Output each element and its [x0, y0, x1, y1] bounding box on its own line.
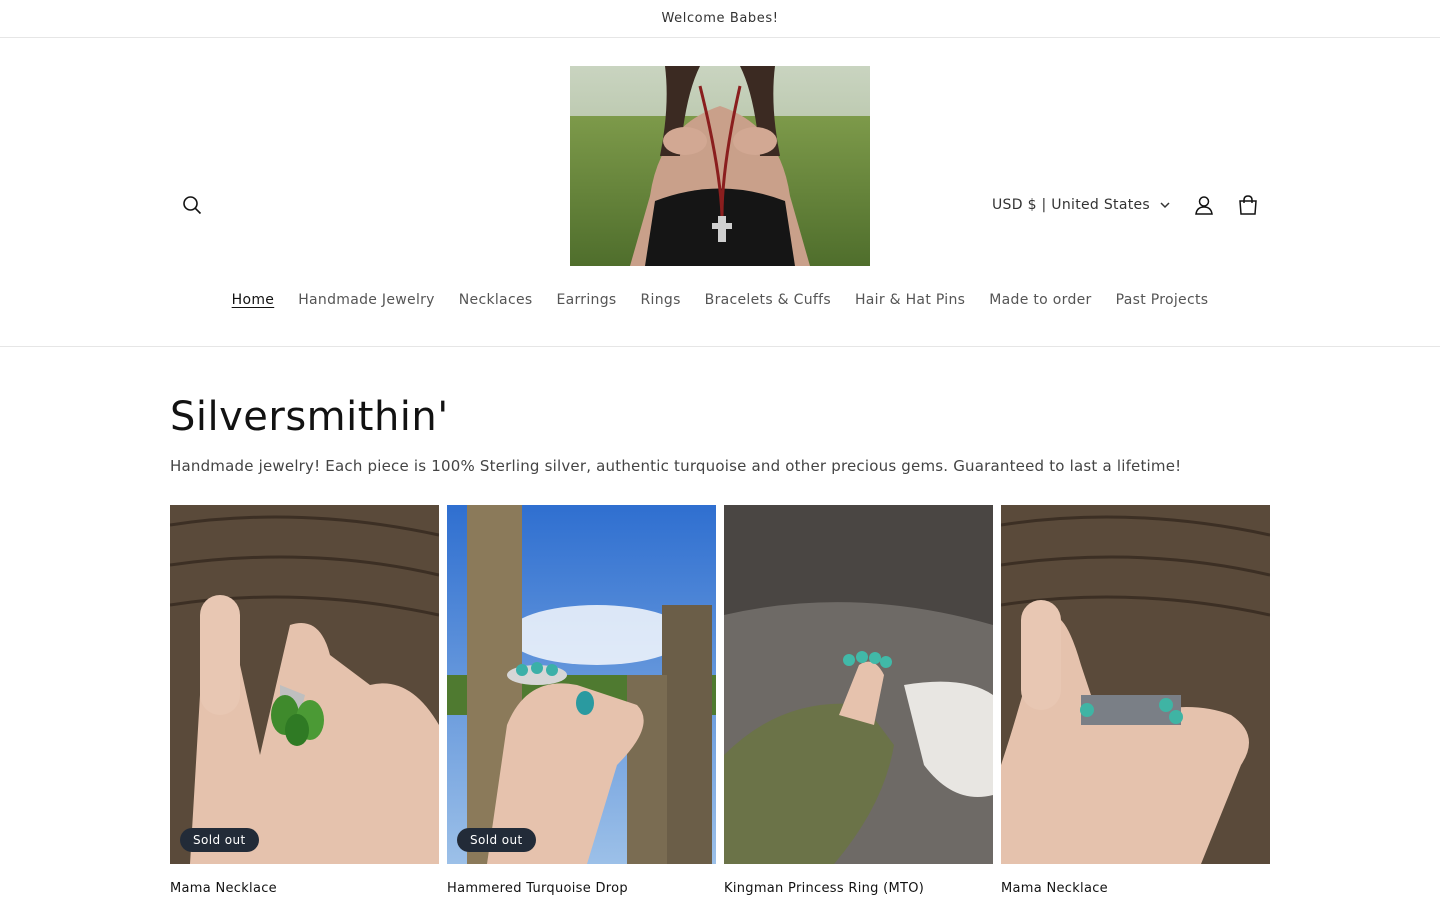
- announcement-bar: Welcome Babes!: [0, 0, 1440, 38]
- product-image[interactable]: Sold out: [170, 505, 439, 864]
- currency-label: USD $ | United States: [992, 197, 1150, 213]
- product-name[interactable]: Mama Necklace: [170, 881, 439, 896]
- account-icon: [1195, 196, 1213, 215]
- product-photo: [447, 505, 716, 864]
- search-button[interactable]: [170, 183, 214, 227]
- nav-item-home[interactable]: Home: [220, 284, 287, 316]
- sold-out-badge: Sold out: [180, 828, 259, 852]
- collection-description: Handmade jewelry! Each piece is 100% Ste…: [170, 457, 1182, 475]
- product-card[interactable]: Sold out Mama Necklace: [170, 505, 439, 896]
- nav-item-earrings[interactable]: Earrings: [544, 284, 628, 316]
- product-photo: [1001, 505, 1270, 864]
- cart-button[interactable]: [1226, 183, 1270, 227]
- product-photo: [724, 505, 993, 864]
- main-nav: Home Handmade Jewelry Necklaces Earrings…: [0, 284, 1440, 316]
- nav-item-hair-hat-pins[interactable]: Hair & Hat Pins: [843, 284, 977, 316]
- search-icon: [183, 196, 202, 215]
- account-button[interactable]: [1182, 183, 1226, 227]
- nav-item-handmade-jewelry[interactable]: Handmade Jewelry: [286, 284, 447, 316]
- site-header: USD $ | United States Home Handmade Jewe…: [0, 38, 1440, 347]
- product-card[interactable]: Kingman Princess Ring (MTO): [724, 505, 993, 896]
- cart-icon: [1239, 195, 1257, 215]
- sold-out-badge: Sold out: [457, 828, 536, 852]
- collection-title: Silversmithin': [170, 394, 449, 440]
- product-name[interactable]: Hammered Turquoise Drop: [447, 881, 716, 896]
- product-card[interactable]: Sold out Hammered Turquoise Drop: [447, 505, 716, 896]
- product-photo: [170, 505, 439, 864]
- nav-item-past-projects[interactable]: Past Projects: [1104, 284, 1221, 316]
- logo-image: [570, 66, 870, 266]
- currency-selector[interactable]: USD $ | United States: [980, 183, 1182, 227]
- nav-item-made-to-order[interactable]: Made to order: [977, 284, 1103, 316]
- product-image[interactable]: [724, 505, 993, 864]
- product-name[interactable]: Kingman Princess Ring (MTO): [724, 881, 993, 896]
- product-card[interactable]: Mama Necklace: [1001, 505, 1270, 896]
- chevron-down-icon: [1160, 201, 1170, 208]
- store-logo[interactable]: [570, 66, 870, 266]
- nav-item-bracelets-cuffs[interactable]: Bracelets & Cuffs: [693, 284, 843, 316]
- announcement-text: Welcome Babes!: [661, 11, 779, 26]
- header-actions: USD $ | United States: [980, 183, 1270, 227]
- nav-item-necklaces[interactable]: Necklaces: [447, 284, 545, 316]
- product-image[interactable]: [1001, 505, 1270, 864]
- product-name[interactable]: Mama Necklace: [1001, 881, 1270, 896]
- product-image[interactable]: Sold out: [447, 505, 716, 864]
- product-grid: Sold out Mama Necklace Sold out Hammered…: [170, 505, 1270, 896]
- collection-main: Silversmithin' Handmade jewelry! Each pi…: [0, 347, 1440, 896]
- nav-item-rings[interactable]: Rings: [629, 284, 693, 316]
